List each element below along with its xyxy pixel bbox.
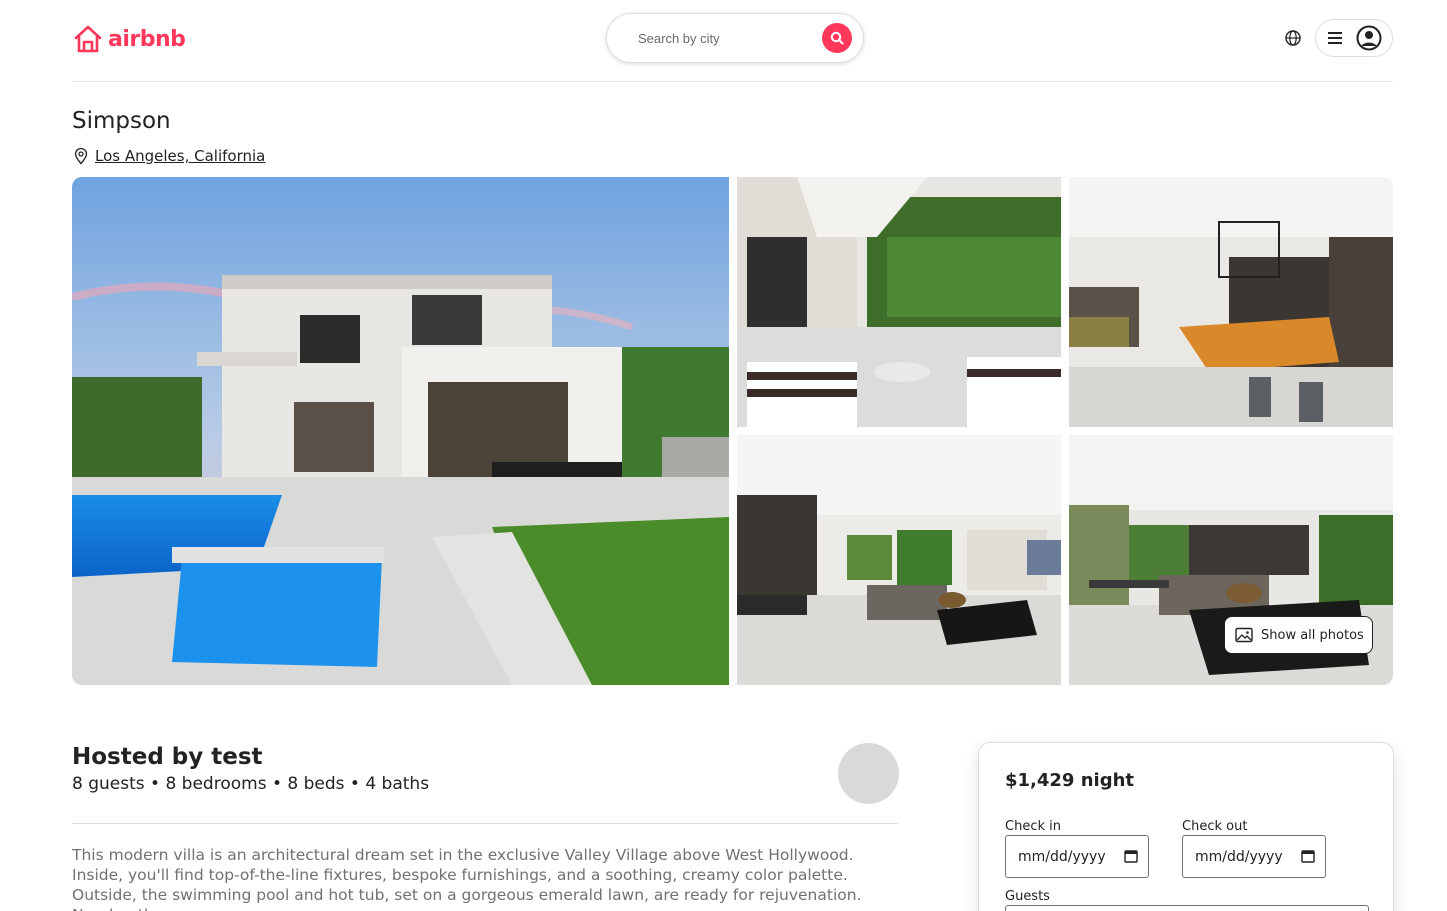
user-icon bbox=[1356, 25, 1382, 51]
nightly-price: $1,429 night bbox=[1005, 770, 1135, 791]
check-out-label: Check out bbox=[1182, 819, 1248, 834]
section-divider bbox=[72, 823, 899, 824]
listing-stats: 8 guests • 8 bedrooms • 8 beds • 4 baths bbox=[72, 774, 430, 794]
host-title: Hosted by test bbox=[72, 744, 263, 770]
guests-label: Guests bbox=[1005, 889, 1050, 904]
photo-living-room[interactable] bbox=[737, 435, 1061, 685]
check-in-placeholder: mm/dd/yyyy bbox=[1018, 848, 1106, 865]
calendar-icon bbox=[1301, 850, 1315, 863]
search-icon bbox=[830, 31, 844, 45]
header: airbnb bbox=[72, 0, 1393, 82]
check-in-input[interactable]: mm/dd/yyyy bbox=[1005, 835, 1149, 878]
show-all-photos-button[interactable]: Show all photos bbox=[1224, 616, 1373, 654]
location-link[interactable]: Los Angeles, California bbox=[95, 147, 265, 165]
photo-pool-patio[interactable] bbox=[737, 177, 1061, 427]
check-out-input[interactable]: mm/dd/yyyy bbox=[1182, 835, 1326, 878]
location-pin-icon bbox=[74, 147, 88, 165]
airbnb-house-icon bbox=[74, 25, 102, 53]
user-menu-button[interactable] bbox=[1315, 19, 1393, 57]
search-button[interactable] bbox=[822, 23, 852, 53]
menu-icon bbox=[1328, 32, 1342, 44]
logo-text: airbnb bbox=[108, 26, 186, 52]
photos-icon bbox=[1235, 627, 1253, 643]
globe-icon[interactable] bbox=[1284, 29, 1302, 47]
booking-card: $1,429 night Check in mm/dd/yyyy Check o… bbox=[978, 742, 1394, 911]
airbnb-logo[interactable]: airbnb bbox=[72, 23, 186, 55]
calendar-icon bbox=[1124, 850, 1138, 863]
photo-kitchen[interactable] bbox=[1069, 177, 1393, 427]
search-input[interactable] bbox=[638, 30, 808, 46]
search-bar[interactable] bbox=[606, 13, 864, 63]
show-all-photos-label: Show all photos bbox=[1261, 627, 1364, 643]
listing-description: This modern villa is an architectural dr… bbox=[72, 846, 862, 911]
check-in-label: Check in bbox=[1005, 819, 1061, 834]
host-avatar[interactable] bbox=[838, 743, 899, 804]
photo-gallery: Show all photos bbox=[72, 177, 1393, 685]
photo-main-exterior[interactable] bbox=[72, 177, 729, 685]
guests-select[interactable] bbox=[1005, 905, 1369, 911]
listing-title: Simpson bbox=[72, 108, 171, 134]
listing-location: Los Angeles, California bbox=[72, 147, 265, 165]
check-out-placeholder: mm/dd/yyyy bbox=[1195, 848, 1283, 865]
